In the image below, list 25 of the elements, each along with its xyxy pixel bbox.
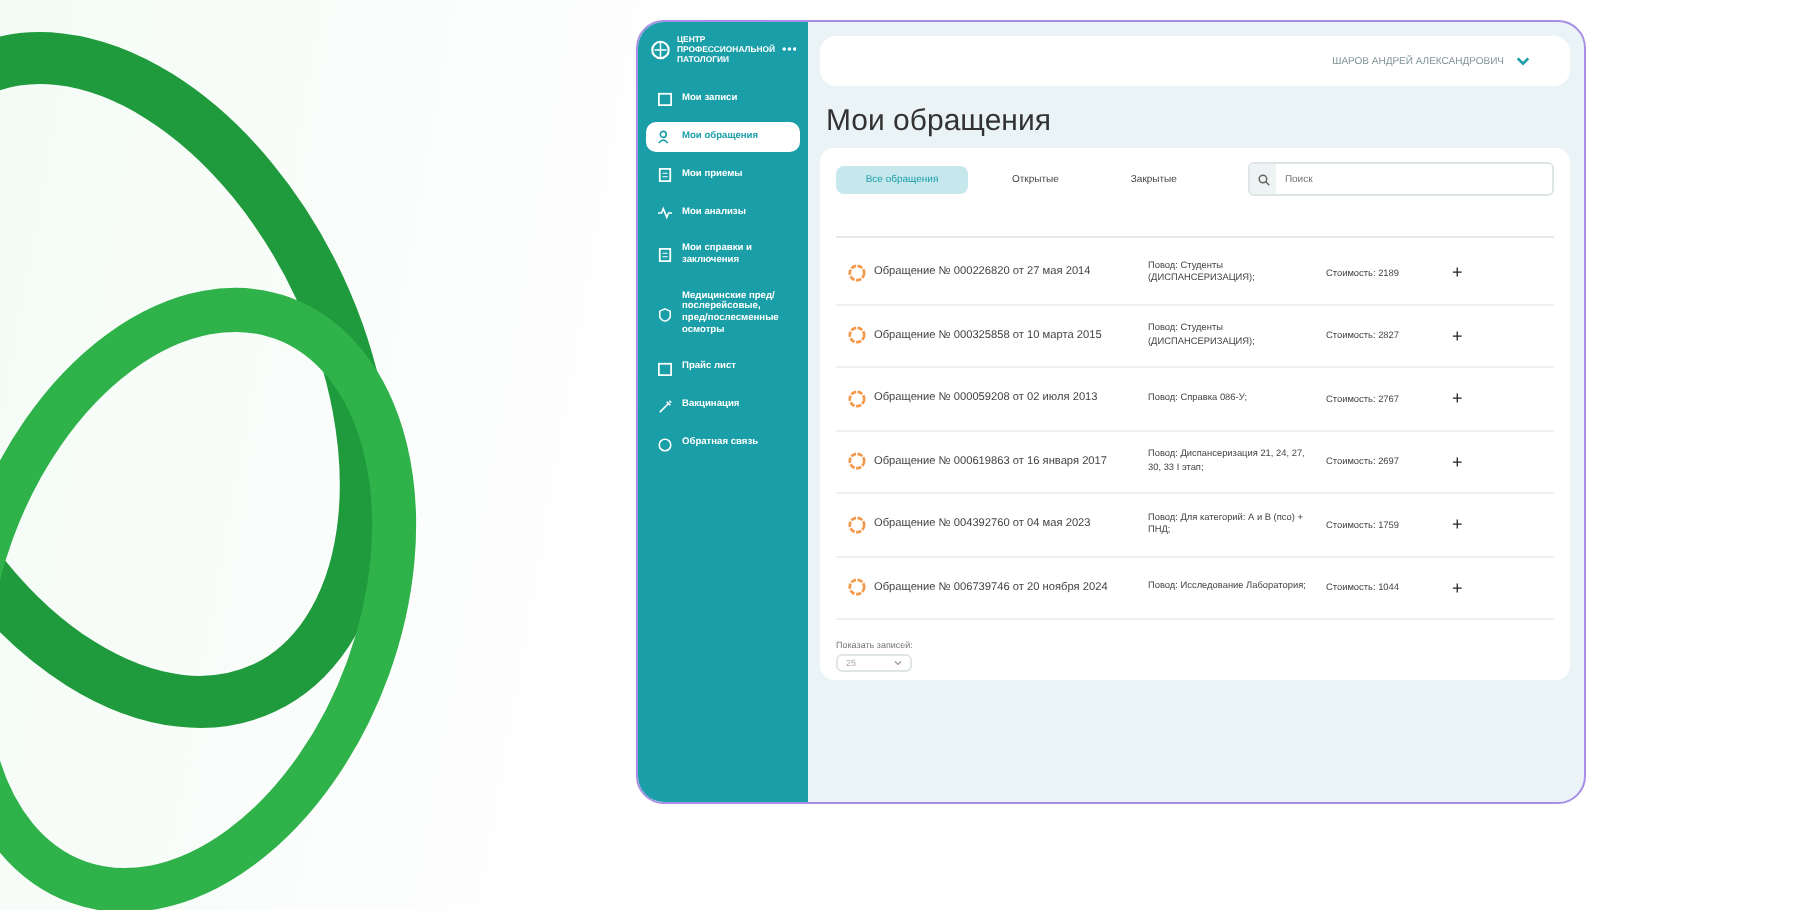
people-icon xyxy=(658,130,672,145)
pulse-icon xyxy=(658,206,672,221)
expand-button[interactable]: + xyxy=(1446,577,1469,598)
expand-button[interactable]: + xyxy=(1446,262,1469,283)
expand-button[interactable]: + xyxy=(1446,388,1469,409)
loading-spinner-icon xyxy=(848,578,866,597)
loading-spinner-icon xyxy=(848,452,866,471)
loading-spinner-icon xyxy=(848,389,866,408)
loading-spinner-icon xyxy=(848,515,866,534)
expand-button[interactable]: + xyxy=(1446,451,1469,472)
loading-spinner-icon xyxy=(848,263,866,282)
syringe-icon xyxy=(658,399,672,414)
chevron-down-icon[interactable] xyxy=(1516,56,1530,66)
expand-button[interactable]: + xyxy=(1446,514,1469,535)
doc-icon xyxy=(658,248,672,263)
expand-button[interactable]: + xyxy=(1446,325,1469,346)
logo-icon xyxy=(650,35,671,64)
page-title: Мои обращения xyxy=(826,104,1053,138)
circle-icon xyxy=(658,437,672,452)
chevron-down-icon xyxy=(894,660,902,666)
shield-icon xyxy=(658,307,672,322)
loading-spinner-icon xyxy=(848,326,866,345)
doc-icon xyxy=(658,168,672,183)
more-icon[interactable] xyxy=(781,46,796,53)
search-icon xyxy=(1257,173,1270,185)
